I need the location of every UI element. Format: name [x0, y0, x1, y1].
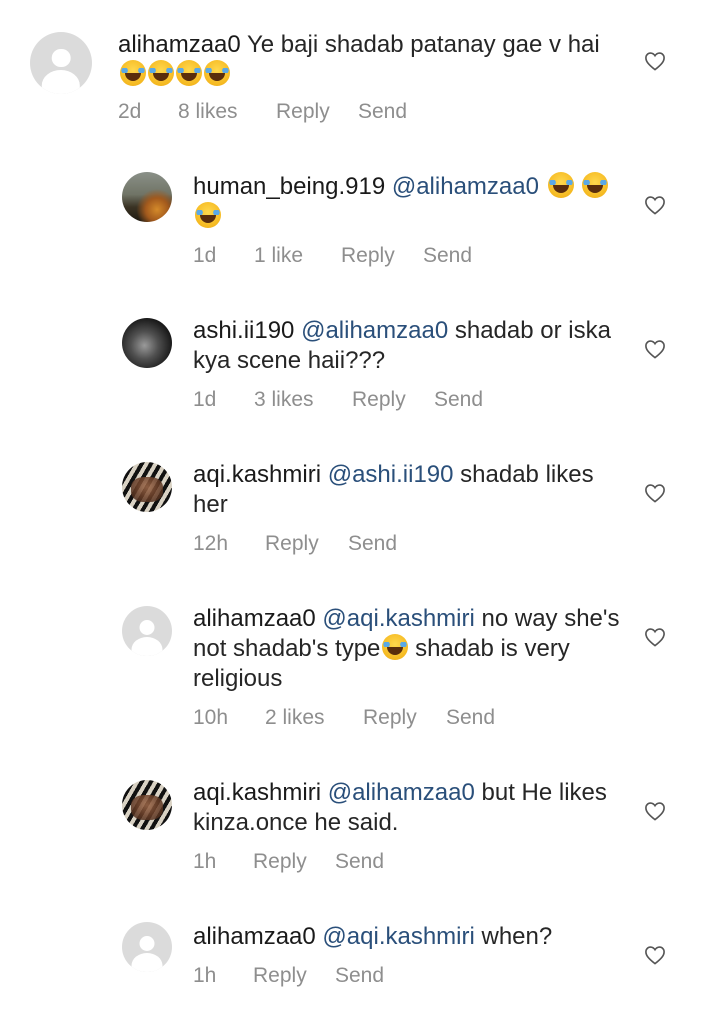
comment-body: aqi.kashmiri @alihamzaa0 but He likes ki… — [193, 778, 613, 838]
comment-time: 12h — [193, 532, 229, 555]
comment-username[interactable]: human_being.919 — [193, 173, 385, 200]
heart-outline-icon[interactable] — [644, 627, 666, 647]
heart-outline-icon[interactable] — [644, 483, 666, 503]
comment-body: aqi.kashmiri @ashi.ii190 shadab likes he… — [193, 460, 623, 520]
mention-link[interactable]: @alihamzaa0 — [301, 317, 448, 344]
comment-username[interactable]: alihamzaa0 — [118, 31, 241, 58]
comment-time: 1d — [193, 244, 217, 267]
avatar[interactable] — [122, 318, 172, 368]
face-with-tears-of-joy-emoji — [176, 60, 202, 86]
mention-link[interactable]: @aqi.kashmiri — [322, 605, 474, 632]
mention-link[interactable]: @alihamzaa0 — [328, 779, 475, 806]
comment-time: 1h — [193, 850, 217, 873]
comment-username[interactable]: aqi.kashmiri — [193, 779, 321, 806]
avatar[interactable] — [122, 922, 172, 972]
comment-meta: 2d 8 likes Reply Send — [118, 100, 518, 126]
reply-button[interactable]: Reply — [253, 964, 307, 988]
reply-button[interactable]: Reply — [253, 850, 307, 874]
likes-count[interactable]: 8 likes — [178, 100, 238, 124]
send-button[interactable]: Send — [446, 706, 495, 730]
avatar[interactable] — [122, 172, 172, 222]
comment-meta: 12h Reply Send — [193, 532, 593, 558]
mention-link[interactable]: @ashi.ii190 — [328, 461, 454, 488]
likes-count[interactable]: 2 likes — [265, 706, 325, 730]
comment-meta: 10h 2 likes Reply Send — [193, 706, 593, 732]
send-button[interactable]: Send — [335, 850, 384, 874]
face-with-tears-of-joy-emoji — [120, 60, 146, 86]
comment-meta: 1h Reply Send — [193, 964, 593, 990]
send-button[interactable]: Send — [358, 100, 407, 124]
comment-text: when? — [481, 923, 553, 950]
send-button[interactable]: Send — [434, 388, 483, 412]
heart-outline-icon[interactable] — [644, 945, 666, 965]
reply-button[interactable]: Reply — [265, 532, 319, 556]
likes-count[interactable]: 3 likes — [254, 388, 314, 412]
avatar[interactable] — [122, 780, 172, 830]
avatar[interactable] — [122, 462, 172, 512]
comment-time: 1h — [193, 964, 217, 987]
heart-outline-icon[interactable] — [644, 339, 666, 359]
face-with-tears-of-joy-emoji — [148, 60, 174, 86]
comment-body: human_being.919 @alihamzaa0 — [193, 172, 613, 232]
face-with-tears-of-joy-emoji — [382, 634, 409, 660]
comment-body: alihamzaa0 @aqi.kashmiri no way she's no… — [193, 604, 623, 694]
comment-username[interactable]: alihamzaa0 — [193, 923, 316, 950]
mention-link[interactable]: @alihamzaa0 — [392, 173, 539, 200]
likes-count[interactable]: 1 like — [254, 244, 303, 268]
face-with-tears-of-joy-emoji — [195, 202, 221, 228]
reply-button[interactable]: Reply — [363, 706, 417, 730]
send-button[interactable]: Send — [335, 964, 384, 988]
reply-button[interactable]: Reply — [341, 244, 395, 268]
comment-time: 2d — [118, 100, 142, 123]
comment-meta: 1d 1 like Reply Send — [193, 244, 593, 270]
comment-body: alihamzaa0 Ye baji shadab patanay gae v … — [118, 30, 608, 90]
comment-username[interactable]: alihamzaa0 — [193, 605, 316, 632]
heart-outline-icon[interactable] — [644, 195, 666, 215]
reply-button[interactable]: Reply — [276, 100, 330, 124]
face-with-tears-of-joy-emoji — [547, 172, 574, 198]
comment-time: 1d — [193, 388, 217, 411]
send-button[interactable]: Send — [423, 244, 472, 268]
comment-username[interactable]: ashi.ii190 — [193, 317, 294, 344]
comment-body: alihamzaa0 @aqi.kashmiri when? — [193, 922, 613, 952]
heart-outline-icon[interactable] — [644, 51, 666, 71]
comment-time: 10h — [193, 706, 229, 729]
avatar[interactable] — [122, 606, 172, 656]
comment-body: ashi.ii190 @alihamzaa0 shadab or iska ky… — [193, 316, 613, 376]
mention-link[interactable]: @aqi.kashmiri — [322, 923, 474, 950]
comment-meta: 1h Reply Send — [193, 850, 593, 876]
reply-button[interactable]: Reply — [352, 388, 406, 412]
heart-outline-icon[interactable] — [644, 801, 666, 821]
avatar[interactable] — [30, 32, 92, 94]
send-button[interactable]: Send — [348, 532, 397, 556]
comment-username[interactable]: aqi.kashmiri — [193, 461, 321, 488]
face-with-tears-of-joy-emoji — [204, 60, 230, 86]
comment-text: Ye baji shadab patanay gae v hai — [246, 31, 600, 58]
comment-meta: 1d 3 likes Reply Send — [193, 388, 593, 414]
face-with-tears-of-joy-emoji — [582, 172, 609, 198]
